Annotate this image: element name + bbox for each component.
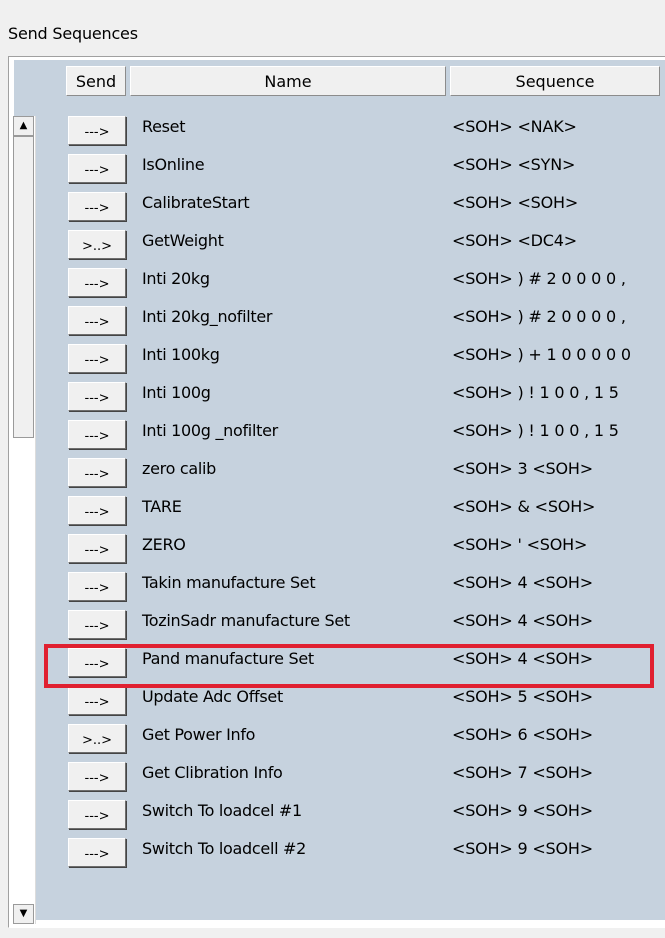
table-row: ---> Update Adc Offset <SOH> 5 <SOH> bbox=[64, 680, 665, 718]
sequence-name: IsOnline bbox=[142, 155, 205, 174]
sequence-name: Inti 100g _nofilter bbox=[142, 421, 278, 440]
send-button[interactable]: >..> bbox=[68, 724, 126, 753]
sequence-name: Takin manufacture Set bbox=[142, 573, 316, 592]
send-button[interactable]: ---> bbox=[68, 192, 126, 221]
table-row: >..> Get Power Info <SOH> 6 <SOH> bbox=[64, 718, 665, 756]
sequence-value: <SOH> & <SOH> bbox=[452, 497, 596, 516]
scroll-thumb[interactable] bbox=[13, 136, 34, 438]
send-button[interactable]: ---> bbox=[68, 648, 126, 677]
header-name[interactable]: Name bbox=[130, 66, 446, 96]
table-row: ---> CalibrateStart <SOH> <SOH> bbox=[64, 186, 665, 224]
sequence-name: Switch To loadcel #1 bbox=[142, 801, 302, 820]
send-button[interactable]: ---> bbox=[68, 458, 126, 487]
table-row: ---> Get Clibration Info <SOH> 7 <SOH> bbox=[64, 756, 665, 794]
sequence-name: Inti 100g bbox=[142, 383, 211, 402]
table-row: ---> TozinSadr manufacture Set <SOH> 4 <SO… bbox=[64, 604, 665, 642]
send-button[interactable]: ---> bbox=[68, 344, 126, 373]
sequence-name: Reset bbox=[142, 117, 186, 136]
sequence-name: ZERO bbox=[142, 535, 186, 554]
arrow-up-icon: ▲ bbox=[19, 120, 28, 131]
table-row: ---> zero calib <SOH> 3 <SOH> bbox=[64, 452, 665, 490]
sequence-value: <SOH> 4 <SOH> bbox=[452, 611, 593, 630]
table-row: ---> Inti 20kg <SOH> ) # 2 0 0 0 0 , bbox=[64, 262, 665, 300]
table-row: ---> Pand manufacture Set <SOH> 4 <SOH> bbox=[64, 642, 665, 680]
sequence-value: <SOH> ) # 2 0 0 0 0 , bbox=[452, 269, 626, 288]
sequence-name: Inti 100kg bbox=[142, 345, 220, 364]
sequence-value: <SOH> <SYN> bbox=[452, 155, 576, 174]
sequence-name: Get Power Info bbox=[142, 725, 256, 744]
table-row: >..> GetWeight <SOH> <DC4> bbox=[64, 224, 665, 262]
table-row: ---> ZERO <SOH> ' <SOH> bbox=[64, 528, 665, 566]
table-row: ---> Switch To loadcel #1 <SOH> 9 <SOH> bbox=[64, 794, 665, 832]
sequence-value: <SOH> ' <SOH> bbox=[452, 535, 588, 554]
table-row: ---> Inti 100g _nofilter <SOH> ) ! 1 0 0 ,… bbox=[64, 414, 665, 452]
table-row: ---> IsOnline <SOH> <SYN> bbox=[64, 148, 665, 186]
vertical-scrollbar[interactable]: ▲ ▼ bbox=[12, 116, 36, 924]
sequence-name: Get Clibration Info bbox=[142, 763, 283, 782]
header-send[interactable]: Send bbox=[66, 66, 126, 96]
sequence-name: zero calib bbox=[142, 459, 216, 478]
table-row: ---> Inti 20kg_nofilter <SOH> ) # 2 0 0 0 … bbox=[64, 300, 665, 338]
send-button[interactable]: ---> bbox=[68, 268, 126, 297]
table-row: ---> TARE <SOH> & <SOH> bbox=[64, 490, 665, 528]
sequence-value: <SOH> ) # 2 0 0 0 0 , bbox=[452, 307, 626, 326]
sequence-name: Switch To loadcell #2 bbox=[142, 839, 307, 858]
sequence-value: <SOH> <NAK> bbox=[452, 117, 577, 136]
send-button[interactable]: ---> bbox=[68, 382, 126, 411]
sequence-value: <SOH> 9 <SOH> bbox=[452, 839, 593, 858]
sequence-value: <SOH> 3 <SOH> bbox=[452, 459, 593, 478]
send-button[interactable]: ---> bbox=[68, 572, 126, 601]
send-button[interactable]: ---> bbox=[68, 534, 126, 563]
sequence-value: <SOH> 6 <SOH> bbox=[452, 725, 593, 744]
sequence-name: TARE bbox=[142, 497, 182, 516]
send-button[interactable]: ---> bbox=[68, 686, 126, 715]
sequence-value: <SOH> 5 <SOH> bbox=[452, 687, 593, 706]
scroll-down-button[interactable]: ▼ bbox=[13, 904, 34, 924]
sequence-name: Inti 20kg_nofilter bbox=[142, 307, 273, 326]
table-row: ---> Reset <SOH> <NAK> bbox=[64, 110, 665, 148]
sequence-value: <SOH> 4 <SOH> bbox=[452, 649, 593, 668]
table-row: ---> Switch To loadcell #2 <SOH> 9 <SOH> bbox=[64, 832, 665, 870]
sequence-name: CalibrateStart bbox=[142, 193, 250, 212]
grid-header: Send Name Sequence bbox=[14, 60, 665, 102]
send-button[interactable]: ---> bbox=[68, 610, 126, 639]
sequence-name: Update Adc Offset bbox=[142, 687, 283, 706]
group-title: Send Sequences bbox=[8, 24, 138, 43]
sequence-value: <SOH> <SOH> bbox=[452, 193, 579, 212]
sequence-name: Inti 20kg bbox=[142, 269, 210, 288]
send-button[interactable]: ---> bbox=[68, 800, 126, 829]
table-row: ---> Inti 100g <SOH> ) ! 1 0 0 , 1 5 bbox=[64, 376, 665, 414]
sequence-value: <SOH> ) ! 1 0 0 , 1 5 bbox=[452, 421, 619, 440]
sequence-value: <SOH> <DC4> bbox=[452, 231, 577, 250]
sequence-value: <SOH> 4 <SOH> bbox=[452, 573, 593, 592]
header-sequence[interactable]: Sequence bbox=[450, 66, 660, 96]
send-button[interactable]: ---> bbox=[68, 116, 126, 145]
table-row: ---> Takin manufacture Set <SOH> 4 <SOH> bbox=[64, 566, 665, 604]
table-row: ---> Inti 100kg <SOH> ) + 1 0 0 0 0 0 bbox=[64, 338, 665, 376]
send-button[interactable]: >..> bbox=[68, 230, 126, 259]
send-button[interactable]: ---> bbox=[68, 154, 126, 183]
send-button[interactable]: ---> bbox=[68, 838, 126, 867]
sequence-list: ---> Reset <SOH> <NAK> ---> IsOnline <SOH> <S… bbox=[64, 110, 665, 870]
sequence-value: <SOH> ) + 1 0 0 0 0 0 bbox=[452, 345, 631, 364]
send-button[interactable]: ---> bbox=[68, 762, 126, 791]
send-button[interactable]: ---> bbox=[68, 496, 126, 525]
arrow-down-icon: ▼ bbox=[19, 908, 28, 919]
scroll-up-button[interactable]: ▲ bbox=[13, 116, 34, 136]
send-button[interactable]: ---> bbox=[68, 306, 126, 335]
sequence-value: <SOH> ) ! 1 0 0 , 1 5 bbox=[452, 383, 619, 402]
sequence-name: Pand manufacture Set bbox=[142, 649, 314, 668]
sequence-value: <SOH> 9 <SOH> bbox=[452, 801, 593, 820]
sequence-value: <SOH> 7 <SOH> bbox=[452, 763, 593, 782]
send-button[interactable]: ---> bbox=[68, 420, 126, 449]
sequence-name: TozinSadr manufacture Set bbox=[142, 611, 350, 630]
sequence-name: GetWeight bbox=[142, 231, 224, 250]
